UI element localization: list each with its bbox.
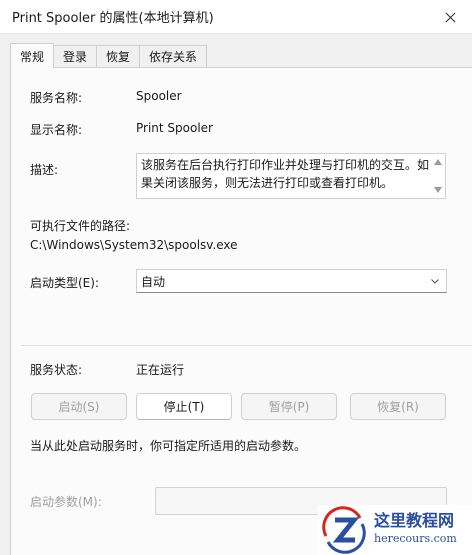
start-button[interactable]: 启动(S)	[31, 393, 127, 420]
pause-button[interactable]: 暂停(P)	[241, 393, 337, 420]
tab-dependencies[interactable]: 依存关系	[139, 45, 208, 67]
watermark-title: 这里教程网	[374, 511, 455, 530]
chevron-down-icon	[431, 279, 439, 284]
close-button[interactable]	[436, 5, 464, 29]
watermark-url: herecours.com	[374, 532, 457, 545]
tab-logon[interactable]: 登录	[53, 45, 98, 67]
service-name-label: 服务名称:	[30, 91, 83, 105]
resume-button[interactable]: 恢复(R)	[350, 393, 446, 420]
description-label: 描述:	[30, 163, 59, 177]
tab-strip: 常规 登录 恢复 依存关系	[10, 43, 208, 68]
display-name-value: Print Spooler	[136, 121, 213, 135]
tab-general[interactable]: 常规	[10, 43, 55, 68]
title-bar: Print Spooler 的属性(本地计算机)	[0, 0, 472, 34]
start-params-hint: 当从此处启动服务时，你可指定所适用的启动参数。	[30, 439, 307, 453]
startup-type-label: 启动类型(E):	[30, 276, 99, 290]
description-box[interactable]: 该服务在后台执行打印作业并处理与打印机的交互。如果关闭该服务，则无法进行打印或查…	[136, 153, 446, 199]
description-text: 该服务在后台执行打印作业并处理与打印机的交互。如果关闭该服务，则无法进行打印或查…	[141, 158, 430, 190]
scroll-down-arrow-icon[interactable]	[434, 187, 442, 193]
watermark: 这里教程网 herecours.com	[318, 505, 472, 555]
path-value: C:\Windows\System32\spoolsv.exe	[30, 238, 238, 252]
service-status-value: 正在运行	[136, 363, 185, 377]
scroll-up-arrow-icon[interactable]	[434, 159, 442, 165]
path-label: 可执行文件的路径:	[30, 219, 131, 233]
z-logo-icon	[322, 506, 366, 554]
section-divider	[21, 345, 472, 346]
startup-type-select[interactable]: 自动	[136, 269, 447, 293]
general-tab-panel: 服务名称: Spooler 显示名称: Print Spooler 描述: 该服…	[10, 67, 472, 555]
window-title: Print Spooler 的属性(本地计算机)	[12, 11, 214, 26]
stop-button[interactable]: 停止(T)	[136, 393, 232, 420]
service-status-label: 服务状态:	[30, 363, 83, 377]
close-icon	[445, 12, 455, 22]
display-name-label: 显示名称:	[30, 123, 83, 137]
start-params-label: 启动参数(M):	[30, 495, 102, 509]
tab-recovery[interactable]: 恢复	[96, 45, 141, 67]
startup-type-value: 自动	[141, 274, 166, 289]
service-name-value: Spooler	[136, 89, 182, 103]
